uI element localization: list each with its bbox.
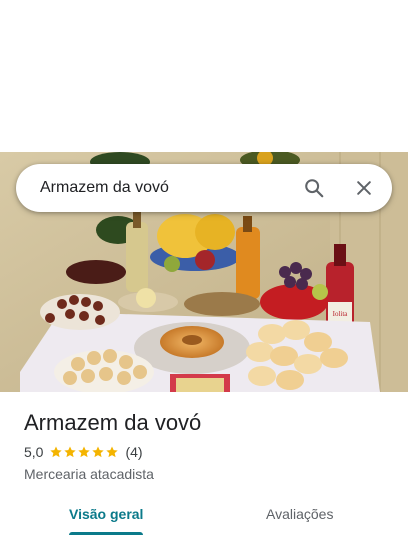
- place-tabs: Visão geral Avaliações: [0, 500, 408, 544]
- rating-row[interactable]: 5,0 (4): [24, 444, 143, 460]
- star-icon: [106, 446, 119, 458]
- star-icon: [92, 446, 105, 458]
- place-info-panel: Armazem da vovó 5,0 (4) Mercearia atacad…: [0, 392, 408, 544]
- tab-overview[interactable]: Visão geral: [69, 506, 143, 522]
- star-rating: [49, 445, 119, 459]
- search-icon: [305, 179, 324, 198]
- star-icon: [78, 446, 91, 458]
- map-area-blank: [0, 0, 408, 152]
- star-icon: [64, 446, 77, 458]
- close-button[interactable]: [344, 168, 384, 208]
- bottle-label-text: Iolita: [333, 310, 349, 318]
- active-tab-indicator: [69, 532, 143, 535]
- search-bar[interactable]: Armazem da vovó: [16, 164, 392, 212]
- place-title: Armazem da vovó: [24, 410, 202, 435]
- rating-value: 5,0: [24, 444, 44, 460]
- close-icon: [357, 181, 371, 195]
- star-icon: [50, 446, 63, 458]
- place-category: Mercearia atacadista: [24, 466, 154, 482]
- review-count[interactable]: (4): [125, 444, 142, 460]
- search-button[interactable]: [294, 168, 334, 208]
- search-input[interactable]: Armazem da vovó: [16, 179, 294, 197]
- tab-reviews[interactable]: Avaliações: [266, 506, 333, 522]
